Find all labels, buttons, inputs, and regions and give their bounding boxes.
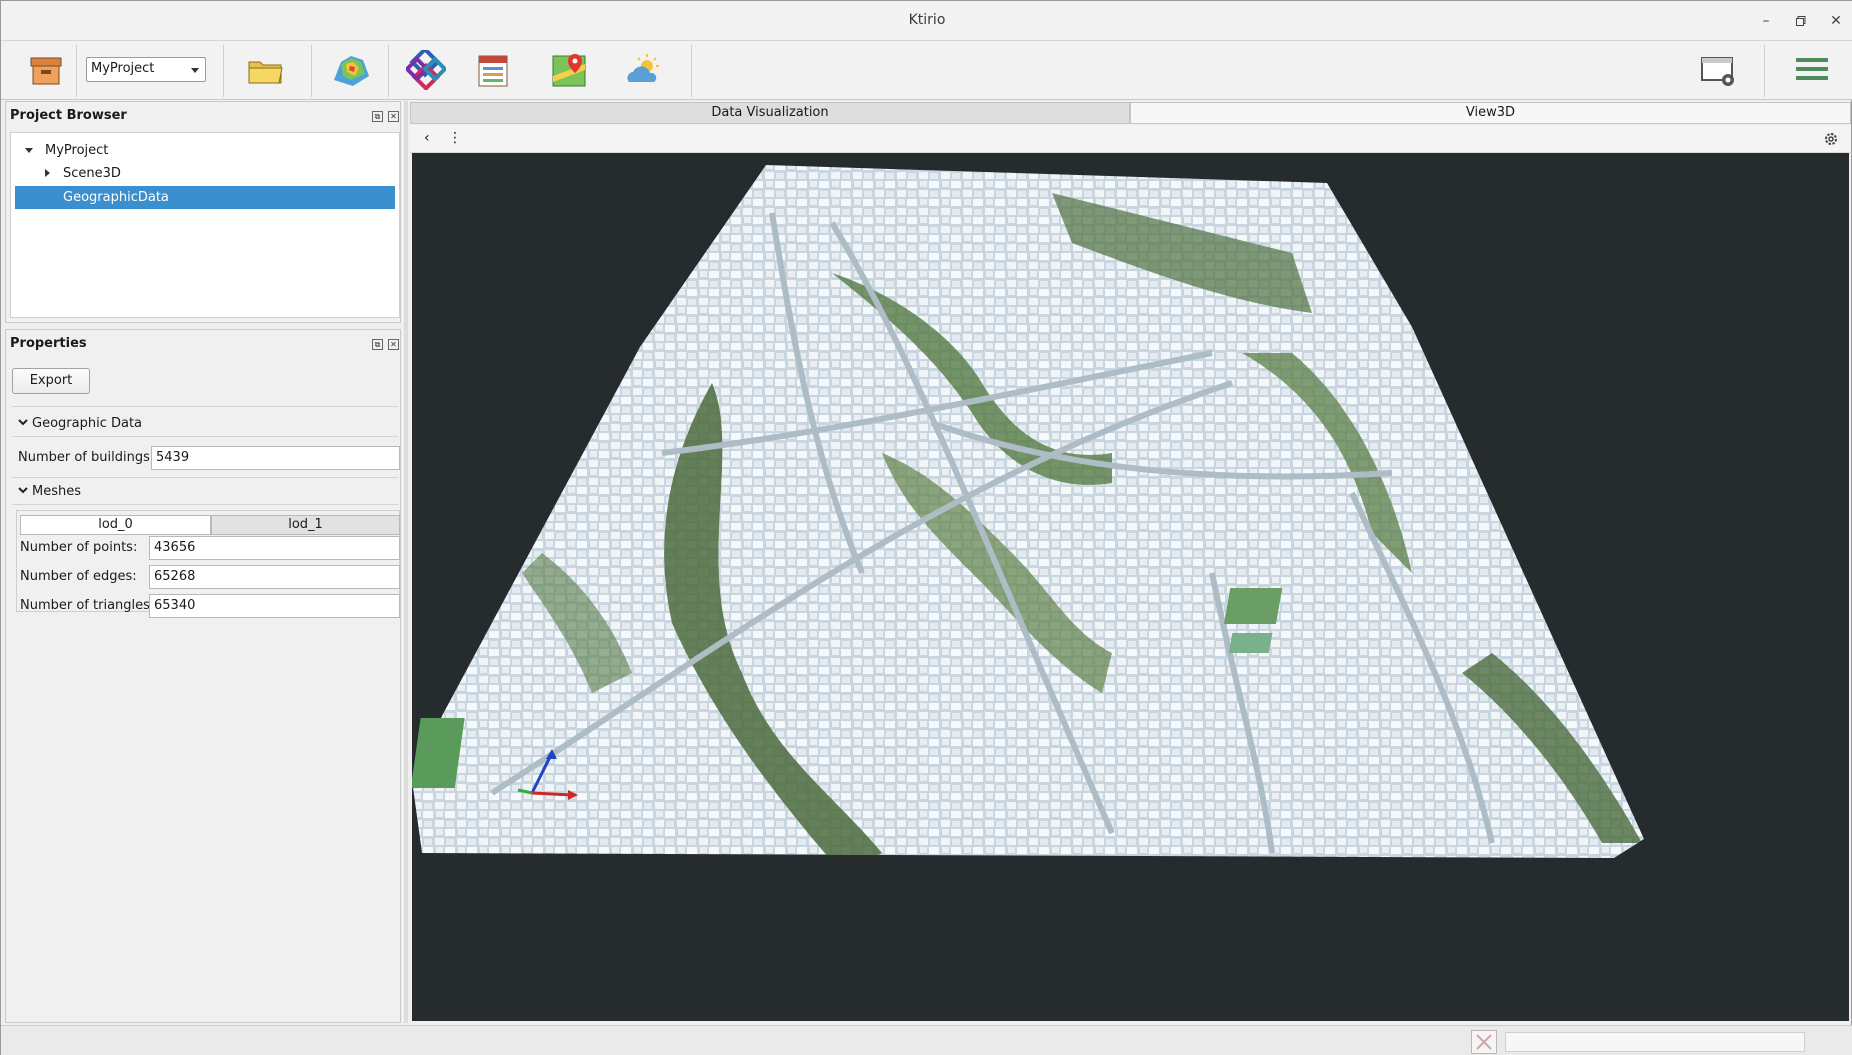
progress-field bbox=[1505, 1032, 1805, 1052]
tab-lod-1[interactable]: lod_1 bbox=[211, 515, 400, 535]
close-dock-icon[interactable]: ✕ bbox=[388, 339, 399, 350]
map-pin-icon[interactable] bbox=[549, 50, 589, 90]
meshes-section[interactable]: Meshes bbox=[18, 484, 81, 499]
panel-splitter[interactable] bbox=[404, 101, 408, 1023]
archive-icon[interactable] bbox=[26, 50, 66, 90]
close-dock-icon[interactable]: ✕ bbox=[388, 111, 399, 122]
properties-panel: Properties ⧉ ✕ Export Geographic Data Nu… bbox=[5, 329, 401, 1023]
float-icon[interactable]: ⧉ bbox=[372, 111, 383, 122]
view-tabs: Data Visualization View3D bbox=[410, 102, 1851, 124]
collapse-arrow-icon[interactable] bbox=[45, 169, 50, 177]
project-browser-header: Project Browser ⧉ ✕ bbox=[6, 102, 400, 130]
project-browser-title: Project Browser bbox=[10, 108, 127, 123]
open-folder-icon[interactable] bbox=[245, 50, 285, 90]
status-bar bbox=[1, 1025, 1852, 1055]
city-3d-model[interactable] bbox=[412, 153, 1849, 1021]
triangles-label: Number of triangles: bbox=[20, 598, 155, 613]
tree-item-scene3d[interactable]: Scene3D bbox=[15, 162, 395, 185]
view-subtoolbar: ‹ ⋮ bbox=[410, 125, 1851, 153]
chevron-down-icon bbox=[18, 419, 28, 426]
tree-item-label: Scene3D bbox=[63, 166, 121, 181]
chevron-left-icon[interactable]: ‹ bbox=[424, 130, 430, 146]
weather-icon[interactable] bbox=[623, 50, 663, 90]
minimize-icon[interactable]: – bbox=[1756, 11, 1776, 31]
points-field[interactable]: 43656 bbox=[149, 536, 400, 560]
title-bar: Ktirio – ✕ bbox=[1, 1, 1852, 41]
tab-data-visualization[interactable]: Data Visualization bbox=[410, 102, 1130, 124]
hamburger-menu-icon[interactable] bbox=[1792, 50, 1832, 90]
tree-item-label: GeographicData bbox=[63, 190, 169, 205]
cancel-task-icon[interactable] bbox=[1471, 1030, 1497, 1054]
triangles-field[interactable]: 65340 bbox=[149, 594, 400, 618]
window-title: Ktirio bbox=[908, 12, 946, 28]
project-tree: MyProject Scene3D GeographicData bbox=[10, 132, 400, 318]
more-vertical-icon[interactable]: ⋮ bbox=[448, 130, 462, 146]
tab-view3d[interactable]: View3D bbox=[1130, 102, 1851, 124]
chevron-down-icon bbox=[191, 68, 199, 73]
tree-item-geographicdata[interactable]: GeographicData bbox=[15, 186, 395, 209]
properties-header: Properties ⧉ ✕ bbox=[6, 330, 400, 358]
tab-lod-0[interactable]: lod_0 bbox=[20, 515, 211, 535]
chevron-down-icon bbox=[18, 487, 28, 494]
section-label: Meshes bbox=[32, 484, 81, 499]
geographic-data-section[interactable]: Geographic Data bbox=[18, 416, 142, 431]
tree-item-myproject[interactable]: MyProject bbox=[15, 139, 395, 162]
project-select-value: MyProject bbox=[91, 61, 155, 76]
calendar-table-icon[interactable] bbox=[473, 50, 513, 90]
edges-field[interactable]: 65268 bbox=[149, 565, 400, 589]
tree-item-label: MyProject bbox=[45, 143, 109, 158]
project-browser-panel: Project Browser ⧉ ✕ MyProject Scene3D Ge… bbox=[5, 101, 401, 323]
main-toolbar: MyProject bbox=[1, 41, 1852, 100]
section-label: Geographic Data bbox=[32, 416, 143, 431]
properties-title: Properties bbox=[10, 336, 87, 351]
maximize-icon[interactable] bbox=[1791, 11, 1811, 31]
edges-label: Number of edges: bbox=[20, 569, 137, 584]
float-icon[interactable]: ⧉ bbox=[372, 339, 383, 350]
gear-icon[interactable] bbox=[1823, 131, 1839, 147]
points-label: Number of points: bbox=[20, 540, 138, 555]
buildings-label: Number of buildings: bbox=[18, 450, 155, 465]
buildings-field[interactable]: 5439 bbox=[151, 446, 400, 470]
expand-arrow-icon[interactable] bbox=[25, 148, 33, 153]
view3d-viewport[interactable] bbox=[412, 153, 1849, 1021]
close-icon[interactable]: ✕ bbox=[1826, 11, 1846, 31]
window-settings-icon[interactable] bbox=[1698, 50, 1738, 90]
app-window: Ktirio – ✕ MyProject Project Browser ⧉ ✕… bbox=[0, 0, 1852, 1055]
project-select[interactable]: MyProject bbox=[86, 57, 206, 82]
export-button[interactable]: Export bbox=[12, 368, 90, 394]
ifc-icon[interactable] bbox=[404, 46, 448, 92]
terrain-heatmap-icon[interactable] bbox=[331, 50, 371, 90]
